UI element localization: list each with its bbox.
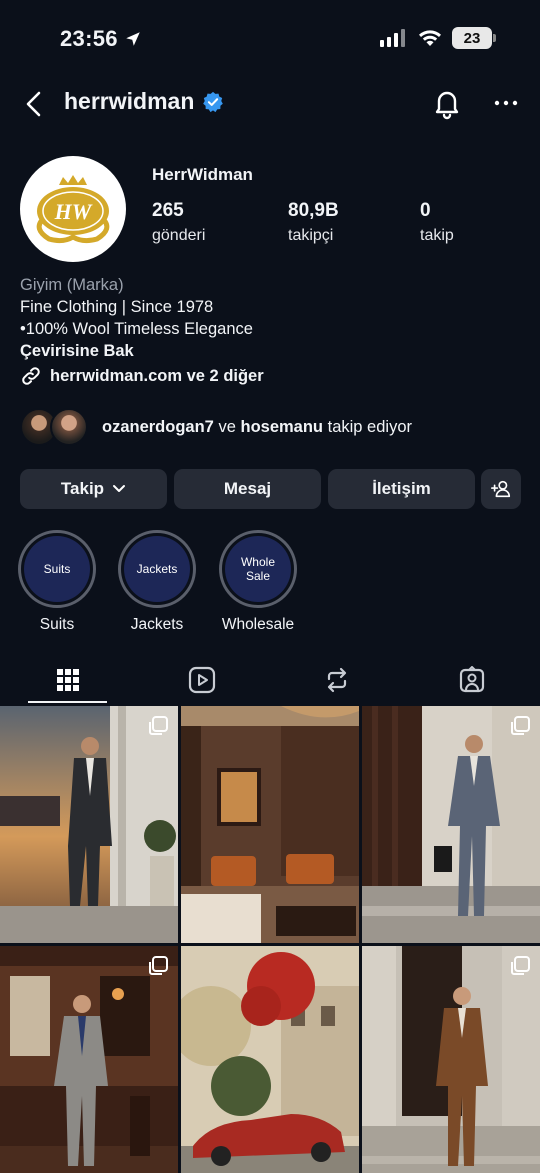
message-label: Mesaj [223,479,272,498]
follower-avatars [20,408,92,446]
followers-count[interactable]: 80,9B takipçi [288,200,339,245]
highlight-ring: Suits [18,530,96,608]
followers-value: 80,9B [288,200,339,221]
bio-line: Fine Clothing | Since 1978 [20,298,214,316]
profile-category: Giyim (Marka) [20,276,124,294]
highlight-ring: Jackets [118,530,196,608]
posts-label: gönderi [152,227,206,244]
tab-reels[interactable] [162,660,242,700]
link-text: herrwidman.com ve 2 diğer [50,366,264,385]
bell-icon [435,91,459,120]
post-thumbnail[interactable] [181,706,359,943]
reels-icon [188,666,216,694]
link-icon [22,367,40,385]
username-text: herrwidman [64,88,195,114]
bio-line: •100% Wool Timeless Elegance [20,320,253,338]
carousel-icon [511,956,530,975]
chevron-left-icon [26,91,41,117]
posts-value: 265 [152,200,184,221]
signal-icon [380,29,405,47]
see-translation-link[interactable]: Çevirisine Bak [20,342,134,361]
more-horizontal-icon [494,100,518,106]
tab-reposts[interactable] [297,660,377,700]
clock-text: 23:56 [60,26,118,51]
follow-button[interactable]: Takip [20,469,167,509]
profile-username: herrwidman [64,88,224,115]
status-time: 23:56 [60,26,142,52]
brand-logo: HW [36,175,110,244]
posts-count[interactable]: 265 gönderi [152,200,205,245]
tab-tagged[interactable] [432,660,512,700]
highlight-cover: Suits [24,536,90,602]
add-person-icon [491,480,511,498]
contact-label: İletişim [372,479,431,498]
tab-posts[interactable] [28,660,108,700]
repost-icon [327,667,347,693]
chevron-down-icon [113,485,126,492]
verified-badge-icon [203,91,224,112]
suggested-people-button[interactable] [481,469,521,509]
highlight-suits[interactable]: Suits Suits [17,530,97,634]
battery-indicator: 23 [452,27,496,49]
highlight-label: Jackets [130,616,184,633]
display-name: HerrWidman [152,165,253,184]
post-thumbnail[interactable] [362,706,540,943]
post-thumbnail[interactable] [0,706,178,943]
avatar [50,408,88,446]
wifi-icon [419,30,441,46]
highlight-ring: Whole Sale [219,530,297,608]
highlight-cover: Whole Sale [225,536,291,602]
notifications-button[interactable] [430,86,464,120]
following-count[interactable]: 0 takip [420,200,454,245]
follow-label: Takip [60,479,105,498]
profile-avatar[interactable]: HW [20,156,126,262]
post-thumbnail[interactable] [181,946,359,1173]
carousel-icon [511,716,530,735]
back-button[interactable] [18,86,50,122]
profile-link[interactable]: herrwidman.com ve 2 diğer [20,365,264,387]
highlight-wholesale[interactable]: Whole Sale Wholesale [218,530,298,634]
carousel-icon [149,956,168,975]
followed-by[interactable]: ozanerdogan7 ve hosemanu takip ediyor [20,408,412,446]
svg-text:HW: HW [54,199,93,224]
post-thumbnail[interactable] [362,946,540,1173]
grid-icon [57,669,79,691]
carousel-icon [149,716,168,735]
message-button[interactable]: Mesaj [174,469,321,509]
followers-label: takipçi [288,227,334,244]
followed-by-text: ozanerdogan7 ve hosemanu takip ediyor [102,417,412,436]
highlight-label: Wholesale [221,616,295,633]
following-value: 0 [420,200,431,221]
contact-button[interactable]: İletişim [328,469,475,509]
post-thumbnail[interactable] [0,946,178,1173]
more-options-button[interactable] [492,88,520,118]
highlight-cover: Jackets [124,536,190,602]
highlight-label: Suits [39,616,75,633]
location-arrow-icon [126,32,140,46]
active-tab-indicator [28,701,107,703]
highlight-jackets[interactable]: Jackets Jackets [117,530,197,634]
tagged-person-icon [459,666,485,693]
following-label: takip [420,227,454,244]
status-icons: 23 [380,27,496,49]
